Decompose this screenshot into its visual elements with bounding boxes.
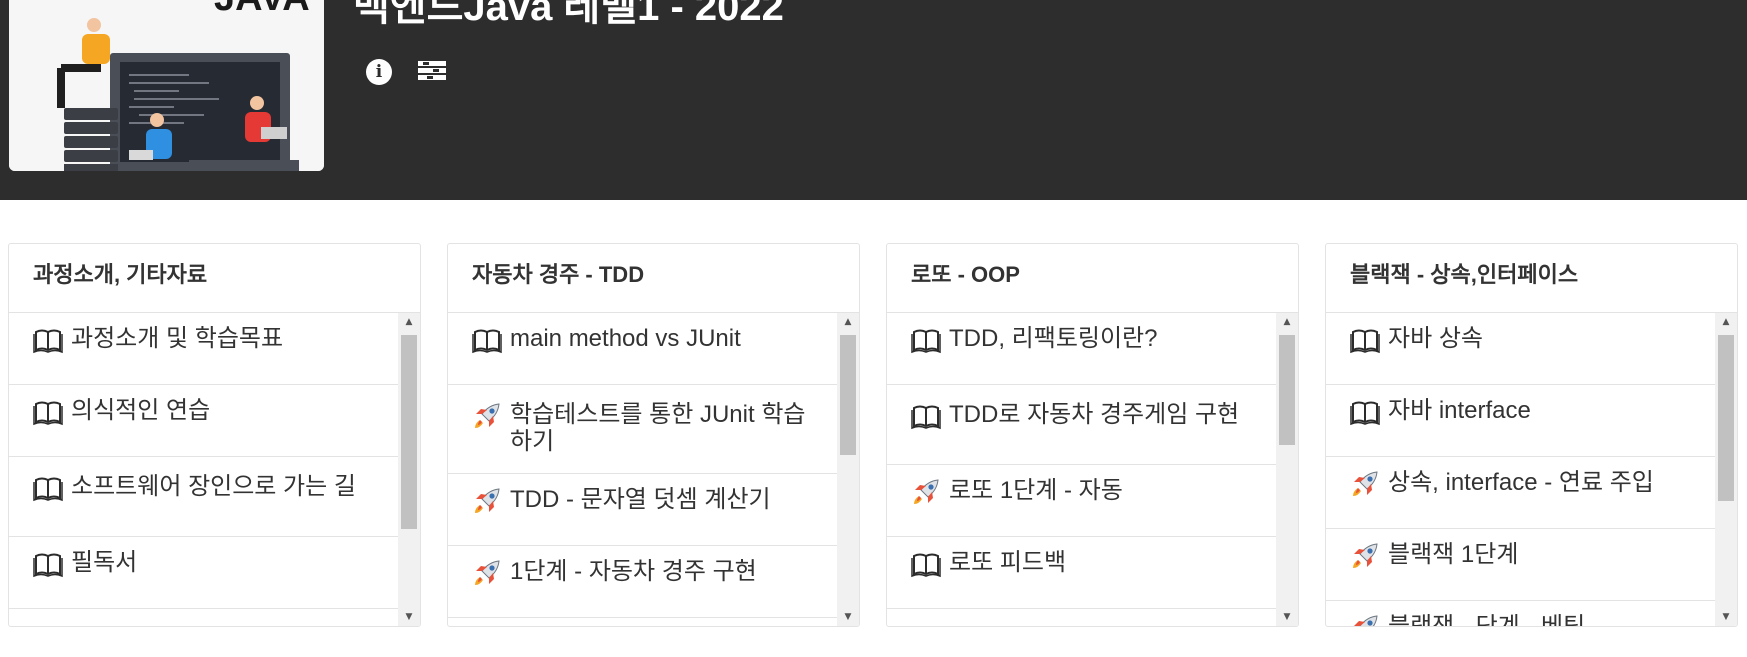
book-icon [33, 397, 63, 427]
rocket-icon [1350, 613, 1380, 626]
list-item[interactable]: 블랙잭 1단계 [1326, 529, 1715, 601]
list-item[interactable]: TDD로 자동차 경주게임 구현 [887, 385, 1276, 465]
list-item[interactable]: 소프트웨어 장인으로 가는 길 [9, 457, 398, 537]
list-item[interactable]: 상속, interface - 연료 주입 [1326, 457, 1715, 529]
book-icon [911, 549, 941, 579]
scroll-down-arrow-icon[interactable]: ▼ [1715, 608, 1737, 626]
book-icon [1350, 325, 1380, 355]
scroll-down-arrow-icon[interactable]: ▼ [398, 608, 420, 626]
list-item[interactable]: 학습테스트를 통한 JUnit 학습하기 [448, 385, 837, 474]
list-item[interactable]: 로또 피드백 [887, 537, 1276, 609]
column-racingcar: 자동차 경주 - TDD main method vs JUnit 학습테스트를… [447, 243, 860, 627]
course-header: JAVA 백엔드 [0, 0, 1747, 200]
item-list: 과정소개 및 학습목표 의식적인 연습 소프트웨어 장인으로 가는 길 필독서 [9, 313, 398, 626]
scroll-up-arrow-icon[interactable]: ▲ [1715, 313, 1737, 331]
rocket-icon [1350, 541, 1380, 571]
list-item[interactable]: 1단계 - 자동차 경주 구현 [448, 546, 837, 618]
list-item[interactable]: 자바 상속 [1326, 313, 1715, 385]
scrollbar[interactable]: ▲ ▼ [398, 313, 420, 626]
book-icon [472, 325, 502, 355]
rocket-icon [1350, 469, 1380, 499]
scroll-up-arrow-icon[interactable]: ▲ [1276, 313, 1298, 331]
scroll-down-arrow-icon[interactable]: ▼ [837, 608, 859, 626]
item-list: 자바 상속 자바 interface 상속, interface - 연료 주입… [1326, 313, 1715, 626]
list-item[interactable]: 블랙잭 - 단계 - 베팅 [1326, 601, 1715, 626]
scroll-up-arrow-icon[interactable]: ▲ [837, 313, 859, 331]
book-icon [911, 325, 941, 355]
list-item[interactable]: 필독서 [9, 537, 398, 609]
list-item[interactable]: 의식적인 연습 [9, 385, 398, 457]
column-title: 로또 - OOP [887, 244, 1298, 313]
list-item[interactable]: 로또 1단계 - 자동 [887, 465, 1276, 537]
scrollbar[interactable]: ▲ ▼ [1715, 313, 1737, 626]
column-lotto: 로또 - OOP TDD, 리팩토링이란? TDD로 자동차 경주게임 구현 로… [886, 243, 1299, 627]
list-item[interactable]: 자바 interface [1326, 385, 1715, 457]
list-view-icon[interactable] [418, 59, 448, 85]
scroll-down-arrow-icon[interactable]: ▼ [1276, 608, 1298, 626]
cover-logo-text: JAVA [214, 0, 310, 19]
rocket-icon [472, 486, 502, 516]
scrollbar-thumb[interactable] [840, 335, 856, 455]
rocket-icon [472, 558, 502, 588]
book-icon [911, 401, 941, 431]
scrollbar-thumb[interactable] [1718, 335, 1734, 501]
scrollbar[interactable]: ▲ ▼ [837, 313, 859, 626]
column-intro: 과정소개, 기타자료 과정소개 및 학습목표 의식적인 연습 소프트웨어 장인으… [8, 243, 421, 627]
list-item[interactable]: TDD, 리팩토링이란? [887, 313, 1276, 385]
list-item[interactable]: TDD - 문자열 덧셈 계산기 [448, 474, 837, 546]
scrollbar[interactable]: ▲ ▼ [1276, 313, 1298, 626]
list-item[interactable]: 과정소개 및 학습목표 [9, 313, 398, 385]
column-blackjack: 블랙잭 - 상속,인터페이스 자바 상속 자바 interface 상속, in… [1325, 243, 1738, 627]
rocket-icon [911, 477, 941, 507]
course-title: 백엔드Java 레벨1 - 2022 [353, 0, 784, 29]
scrollbar-thumb[interactable] [401, 335, 417, 529]
scrollbar-thumb[interactable] [1279, 335, 1295, 445]
book-icon [33, 325, 63, 355]
book-icon [1350, 397, 1380, 427]
item-list: main method vs JUnit 학습테스트를 통한 JUnit 학습하… [448, 313, 837, 626]
book-icon [33, 549, 63, 579]
column-title: 자동차 경주 - TDD [448, 244, 859, 313]
list-item[interactable]: main method vs JUnit [448, 313, 837, 385]
item-list: TDD, 리팩토링이란? TDD로 자동차 경주게임 구현 로또 1단계 - 자… [887, 313, 1276, 626]
book-icon [33, 473, 63, 503]
info-icon[interactable]: i [366, 59, 392, 85]
column-title: 블랙잭 - 상속,인터페이스 [1326, 244, 1737, 313]
course-cover-image: JAVA [9, 0, 324, 171]
column-title: 과정소개, 기타자료 [9, 244, 420, 313]
scroll-up-arrow-icon[interactable]: ▲ [398, 313, 420, 331]
rocket-icon [472, 401, 502, 431]
